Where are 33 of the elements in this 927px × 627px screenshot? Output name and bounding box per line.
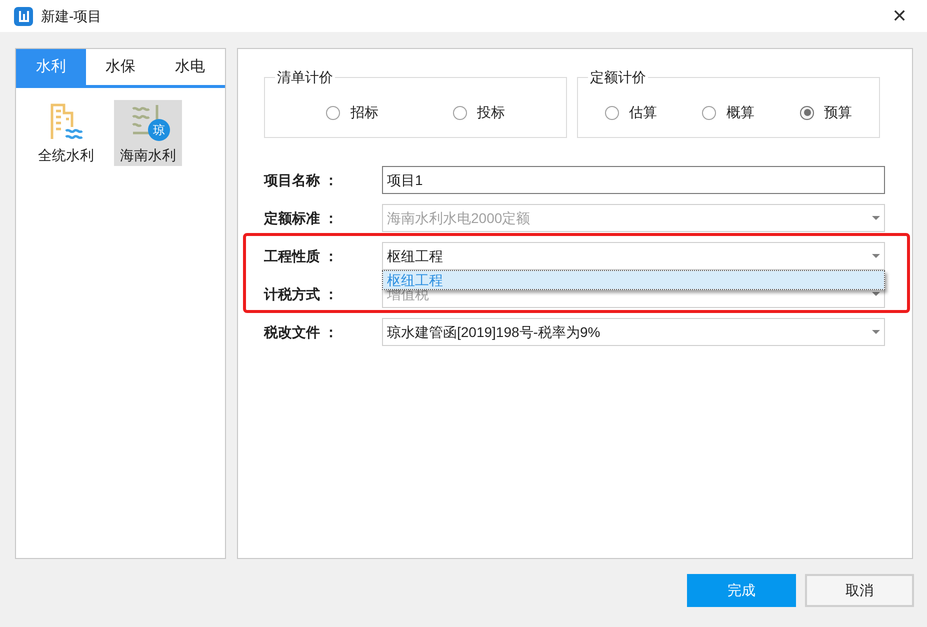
field-label: 税改文件 ：	[264, 322, 339, 342]
dropdown-field[interactable]: 枢纽工程	[382, 242, 885, 270]
template-label: 全统水利	[38, 146, 94, 164]
radio-label: 招标	[350, 103, 378, 122]
template-label: 海南水利	[120, 146, 176, 164]
group-title: 清单计价	[275, 68, 335, 86]
close-button[interactable]: ✕	[886, 2, 913, 30]
dropdown-field[interactable]: 琼水建管函[2019]198号-税率为9%	[382, 318, 885, 346]
template-item[interactable]: 全统水利	[32, 100, 100, 166]
radio-label: 投标	[476, 103, 505, 122]
caret-icon	[872, 330, 880, 334]
window-title: 新建-项目	[41, 6, 102, 26]
region-badge: 琼	[148, 118, 170, 140]
radio-label: 估算	[628, 103, 657, 122]
field-label: 定额标准 ：	[264, 208, 339, 228]
radio-label: 预算	[824, 103, 852, 122]
group-title: 定额计价	[588, 68, 648, 86]
radio-label: 概算	[726, 103, 754, 122]
radio-button[interactable]	[452, 106, 467, 120]
radio-button[interactable]	[702, 106, 716, 120]
radio-button[interactable]	[604, 106, 619, 120]
caret-icon	[872, 292, 880, 296]
caret-icon	[872, 216, 880, 220]
text-field[interactable]: 项目1	[382, 166, 885, 194]
caret-icon	[872, 254, 880, 258]
field-label: 计税方式 ：	[264, 284, 339, 304]
app-logo-icon	[14, 6, 33, 26]
field-label: 项目名称 ：	[264, 170, 339, 190]
field-label: 工程性质 ：	[264, 246, 339, 266]
dialog-button[interactable]: 取消	[805, 574, 914, 607]
template-item[interactable]: 琼 海南水利	[114, 100, 182, 166]
radio-button[interactable]	[326, 106, 340, 120]
radio-button[interactable]	[800, 106, 814, 120]
